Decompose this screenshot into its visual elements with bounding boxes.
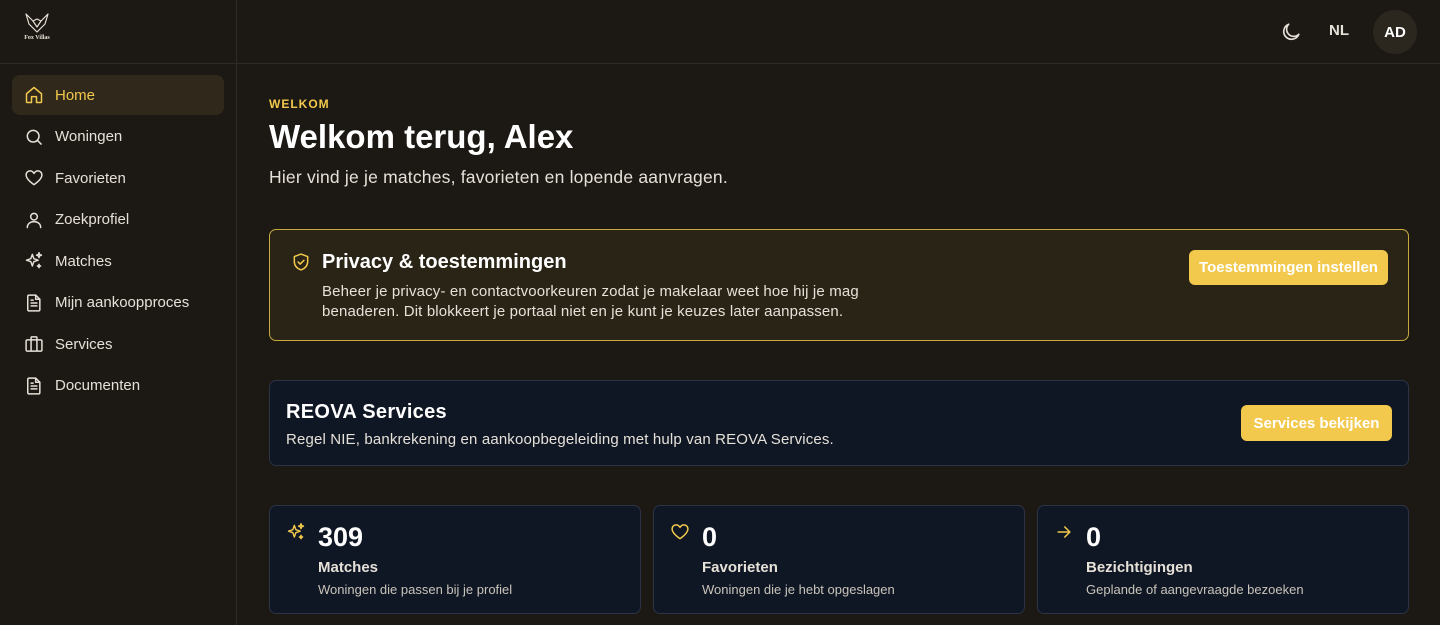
sparkles-icon: [287, 522, 305, 540]
user-icon: [24, 210, 44, 230]
services-card: REOVA Services Regel NIE, bankrekening e…: [269, 380, 1409, 466]
fox-villas-logo[interactable]: Fox Villas: [18, 12, 56, 48]
stat-card-favorieten[interactable]: 0 Favorieten Woningen die je hebt opgesl…: [653, 505, 1025, 614]
stat-value: 309: [318, 522, 364, 552]
avatar[interactable]: AD: [1373, 10, 1417, 54]
file-text-icon: [24, 376, 44, 396]
sidebar-item-woningen[interactable]: Woningen: [12, 117, 224, 157]
stat-card-matches[interactable]: 309 Matches Woningen die passen bij je p…: [269, 505, 641, 614]
briefcase-icon: [24, 334, 44, 354]
document-icon: [24, 293, 44, 313]
sidebar-item-label: Zoekprofiel: [55, 211, 130, 228]
sidebar: Fox Villas Home Woningen Favorieten Zoek…: [0, 0, 237, 625]
sidebar-item-label: Home: [55, 86, 96, 104]
stat-card-bezichtigingen[interactable]: 0 Bezichtigingen Geplande of aangevraagd…: [1037, 505, 1409, 614]
sidebar-item-documenten[interactable]: Documenten: [12, 366, 224, 406]
sidebar-item-home[interactable]: Home: [12, 75, 224, 115]
stat-value: 0: [702, 522, 718, 552]
stat-value: 0: [1086, 522, 1102, 552]
view-services-button[interactable]: Services bekijken: [1241, 405, 1392, 441]
privacy-card: Privacy & toestemmingen Beheer je privac…: [269, 229, 1409, 341]
stat-description: Woningen die je hebt opgeslagen: [702, 582, 895, 597]
moon-icon: [1282, 23, 1300, 41]
sidebar-item-label: Woningen: [55, 128, 123, 145]
sidebar-item-services[interactable]: Services: [12, 324, 224, 364]
page-subtitle: Hier vind je je matches, favorieten en l…: [269, 167, 728, 187]
sidebar-nav: Home Woningen Favorieten Zoekprofiel Mat…: [0, 64, 236, 406]
arrow-right-icon: [1057, 526, 1071, 538]
stat-label: Favorieten: [702, 559, 778, 576]
page-title: Welkom terug, Alex: [269, 118, 574, 155]
sidebar-item-favorieten[interactable]: Favorieten: [12, 158, 224, 198]
sidebar-item-label: Mijn aankoopproces: [55, 294, 190, 311]
stat-label: Bezichtigingen: [1086, 559, 1193, 576]
sidebar-item-label: Services: [55, 335, 113, 353]
theme-toggle-button[interactable]: [1280, 21, 1302, 43]
fox-logo-icon: [25, 13, 49, 33]
sidebar-item-zoekprofiel[interactable]: Zoekprofiel: [12, 200, 224, 240]
stat-description: Geplande of aangevraagde bezoeken: [1086, 582, 1304, 597]
stat-description: Woningen die passen bij je profiel: [318, 582, 513, 597]
privacy-title: Privacy & toestemmingen: [322, 251, 567, 273]
sidebar-item-label: Documenten: [55, 377, 141, 394]
set-permissions-button[interactable]: Toestemmingen instellen: [1189, 250, 1388, 285]
heart-icon: [671, 524, 689, 540]
logo-area: Fox Villas: [0, 0, 236, 64]
sidebar-item-matches[interactable]: Matches: [12, 241, 224, 281]
topbar: NL AD: [237, 0, 1440, 64]
stat-label: Matches: [318, 559, 379, 576]
logo-text: Fox Villas: [24, 35, 50, 41]
sidebar-item-aankoopproces[interactable]: Mijn aankoopproces: [12, 283, 224, 323]
sidebar-item-label: Matches: [55, 252, 112, 270]
stats-row: 309 Matches Woningen die passen bij je p…: [269, 505, 1409, 614]
shield-check-icon: [293, 253, 309, 271]
services-title: REOVA Services: [286, 401, 447, 423]
home-icon: [24, 85, 44, 105]
sidebar-item-label: Favorieten: [55, 169, 126, 187]
heart-icon: [24, 168, 44, 188]
services-text: Regel NIE, bankrekening en aankoopbegele…: [286, 431, 834, 448]
privacy-text: Beheer je privacy- en contactvoorkeuren …: [322, 283, 859, 320]
search-icon: [24, 127, 44, 147]
language-switch[interactable]: NL: [1329, 22, 1349, 39]
sparkles-icon: [24, 251, 44, 271]
eyebrow-label: WELKOM: [269, 97, 330, 111]
